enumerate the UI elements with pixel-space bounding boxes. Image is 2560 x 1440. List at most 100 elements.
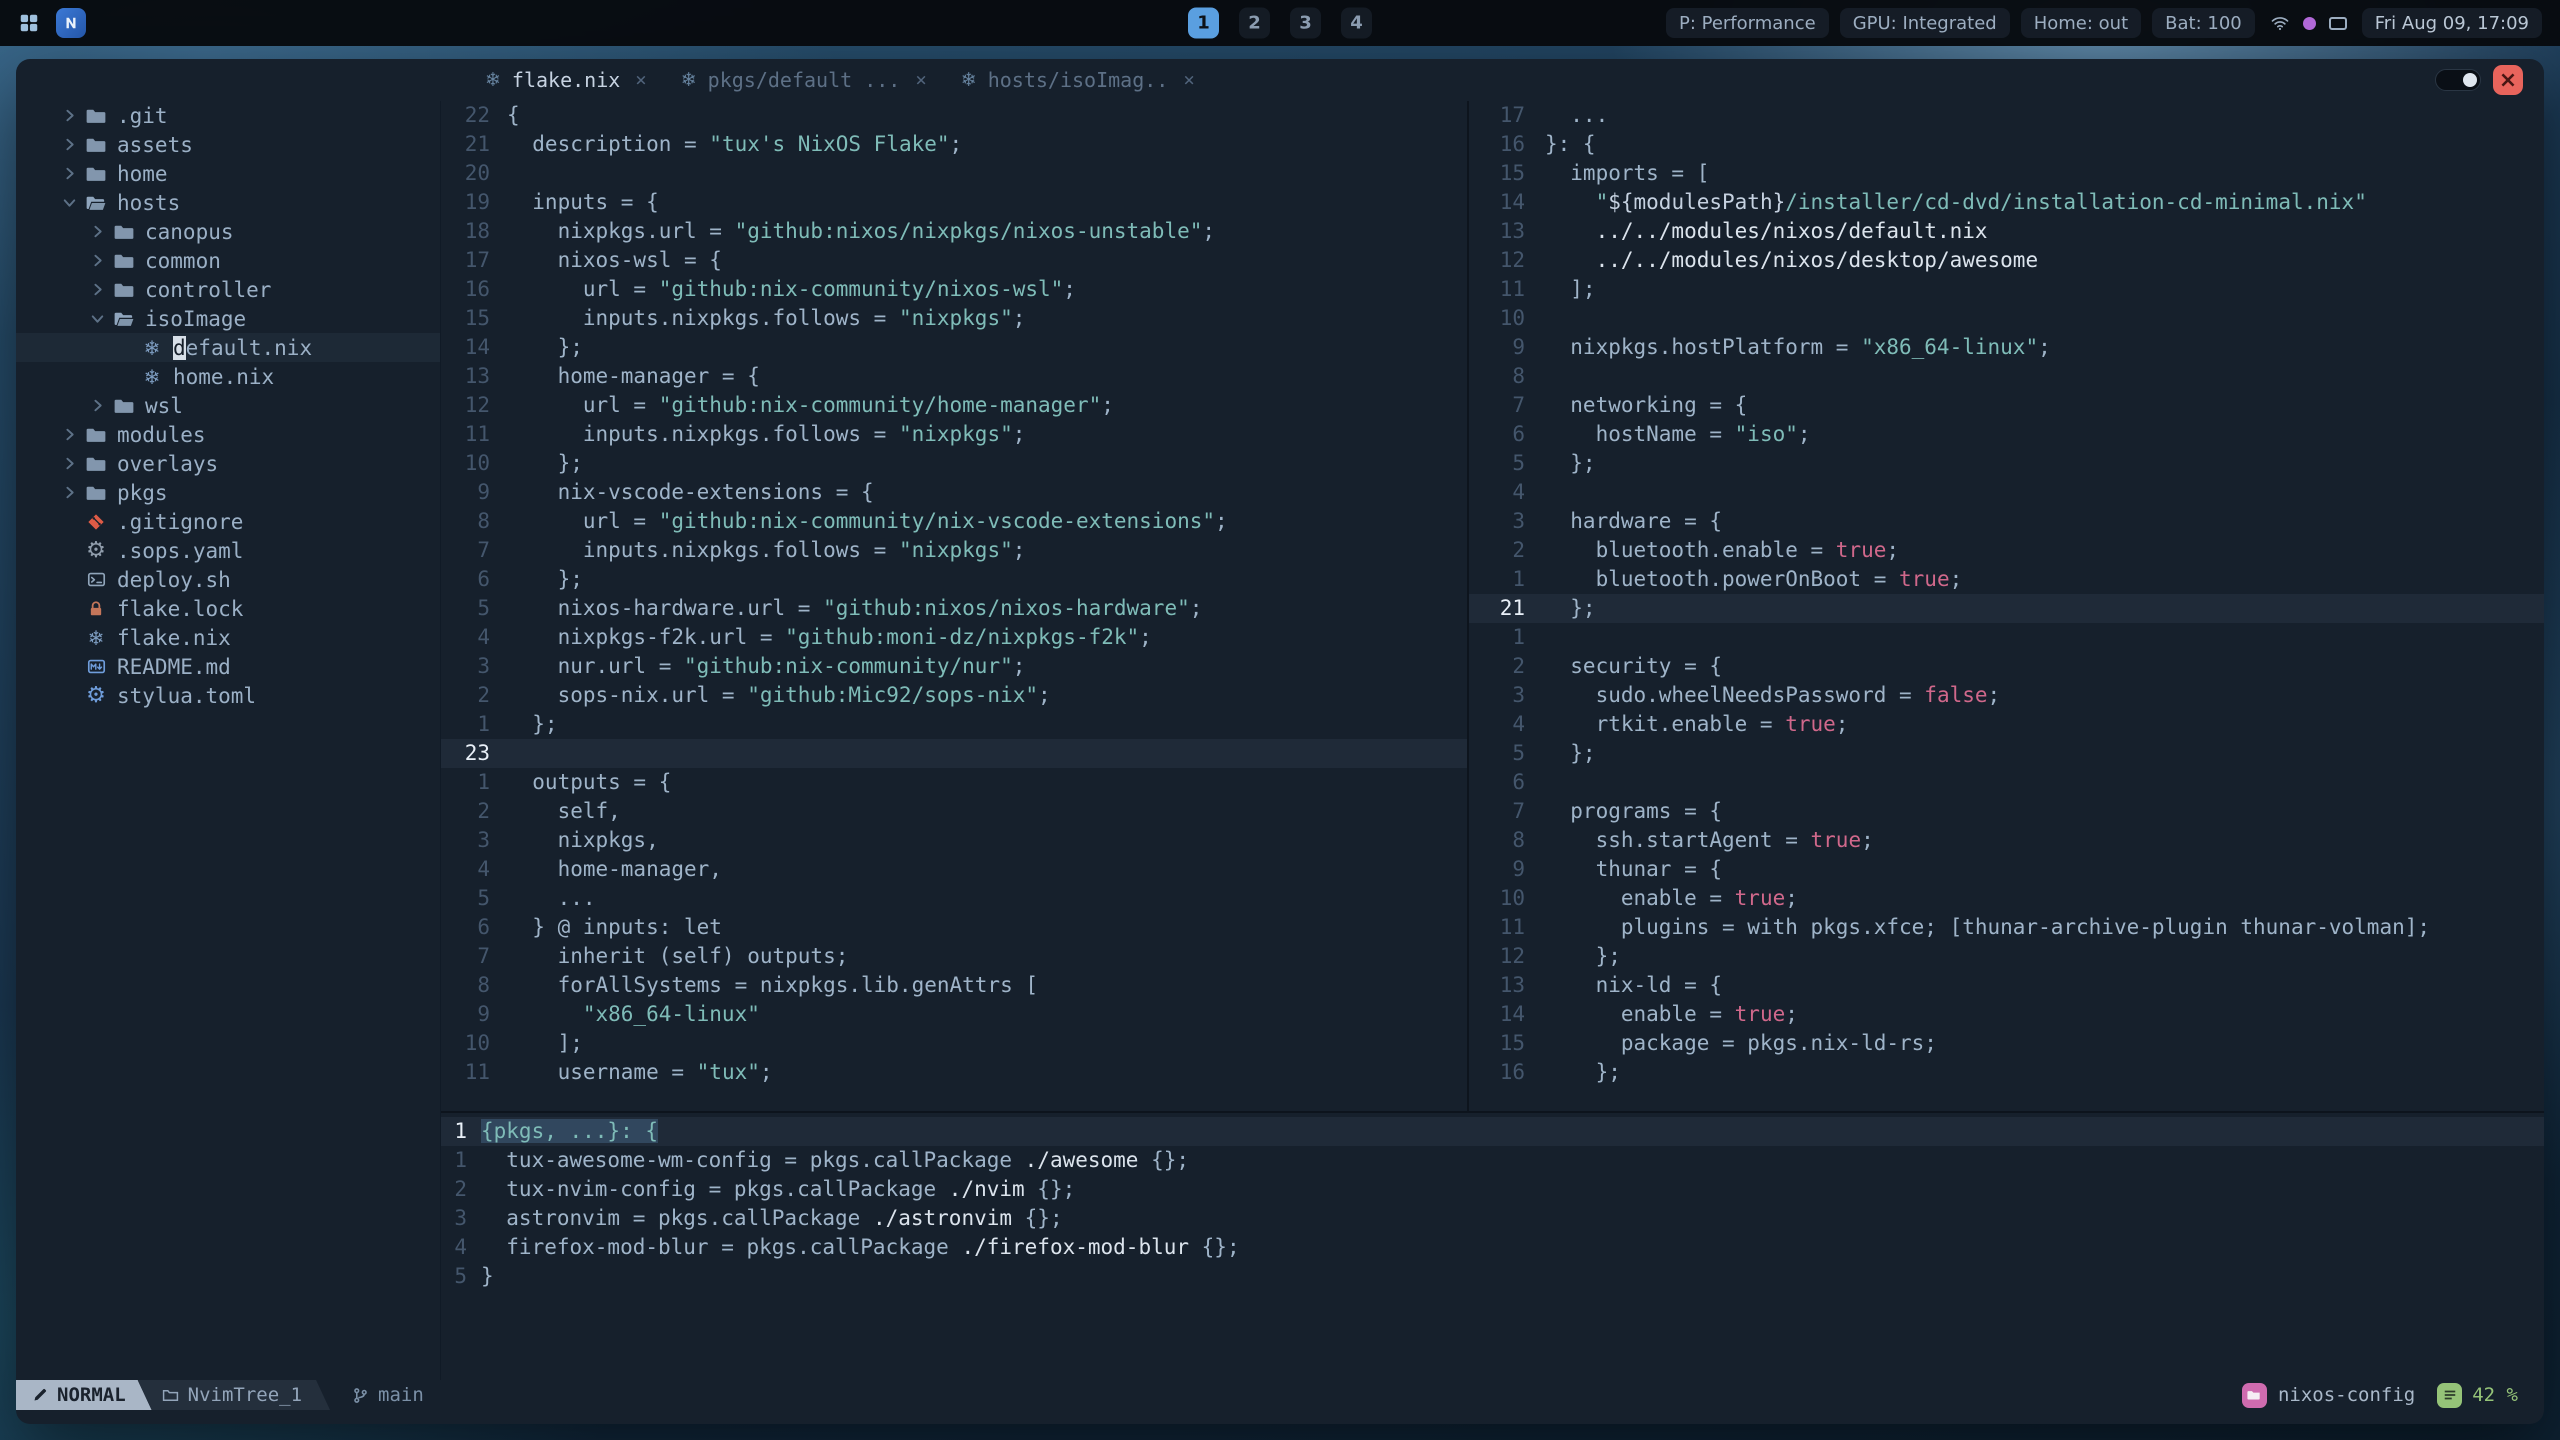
code-text: nixpkgs.hostPlatform = "x86_64-linux"; (1545, 335, 2051, 359)
editor-flake-nix[interactable]: 22{21 description = "tux's NixOS Flake";… (441, 101, 1467, 1111)
code-line: 2 self, (441, 797, 1467, 826)
tree-item-pkgs[interactable]: pkgs (16, 478, 441, 507)
window-toggle[interactable] (2435, 69, 2481, 91)
workspace-tag-2[interactable]: 2 (1239, 7, 1270, 39)
project-label: nixos-config (2277, 1384, 2416, 1406)
tree-item-home-nix[interactable]: ❄ home.nix (16, 362, 441, 391)
code-line: 8 forAllSystems = nixpkgs.lib.genAttrs [ (441, 971, 1467, 1000)
horizontal-split-separator[interactable] (441, 1111, 2544, 1113)
buffer-indicator: NvimTree_1 (138, 1380, 330, 1410)
tree-item-modules[interactable]: modules (16, 420, 441, 449)
status-pill: Home: out (2020, 8, 2142, 38)
code-text: nix-vscode-extensions = { (507, 480, 874, 504)
chevron-open-icon[interactable] (56, 194, 82, 211)
code-line: 8 ssh.startAgent = true; (1469, 826, 2544, 855)
chevron-closed-icon[interactable] (56, 484, 82, 501)
tree-item-wsl[interactable]: wsl (16, 391, 441, 420)
code-text: sops-nix.url = "github:Mic92/sops-nix"; (507, 683, 1051, 707)
tree-item--gitignore[interactable]: .gitignore (16, 507, 441, 536)
mode-label: NORMAL (57, 1384, 126, 1406)
code-line: 13 home-manager = { (441, 362, 1467, 391)
code-line: 1 outputs = { (441, 768, 1467, 797)
code-line: 5 ... (441, 884, 1467, 913)
tabline: ❄ flake.nix × ❄ pkgs/default ... × ❄ hosts/isoI… (16, 59, 2544, 101)
workspace-tag-1[interactable]: 1 (1188, 7, 1219, 39)
chevron-closed-icon[interactable] (84, 252, 110, 269)
code-text: rtkit.enable = true; (1545, 712, 1849, 736)
tab-pkgs-default-[interactable]: ❄ pkgs/default ... × (664, 59, 944, 101)
line-number: 1 (454, 1148, 467, 1172)
line-number: 12 (1499, 944, 1525, 968)
chevron-closed-icon[interactable] (56, 165, 82, 182)
line-number: 13 (1499, 219, 1525, 243)
workspace-tag-4[interactable]: 4 (1341, 7, 1372, 39)
window-close-button[interactable]: × (2493, 65, 2523, 95)
topbar-right: P: Performance GPU: Integrated Home: out Ba… (1665, 8, 2542, 38)
tree-item-home[interactable]: home (16, 159, 441, 188)
line-number: 14 (1499, 190, 1525, 214)
editor-hosts-isoimage-default-nix[interactable]: 17 ... 16}: {15 imports = [14 "${modulesP… (1469, 101, 2544, 1111)
app-launcher-icon[interactable] (18, 12, 40, 34)
tree-item-hosts[interactable]: hosts (16, 188, 441, 217)
chevron-closed-icon[interactable] (56, 107, 82, 124)
code-line: 8 url = "github:nix-community/nix-vscode… (441, 507, 1467, 536)
tree-item-stylua-toml[interactable]: ⚙ stylua.toml (16, 681, 441, 710)
branch-label: main (378, 1384, 424, 1406)
editor-pkgs-default-nix[interactable]: 1 {pkgs, ...}: {1 tux-awesome-wm-config =… (441, 1117, 2544, 1380)
folder-open-icon (110, 309, 138, 329)
tree-item-overlays[interactable]: overlays (16, 449, 441, 478)
code-text: inputs.nixpkgs.follows = "nixpkgs"; (507, 422, 1026, 446)
line-number: 1 (1512, 567, 1525, 591)
git-branch: main (352, 1384, 424, 1406)
code-line: 16 }; (1469, 1058, 2544, 1087)
tree-item-label: isoImage (145, 306, 247, 331)
tab-close-icon[interactable]: × (1183, 69, 1194, 91)
chevron-closed-icon[interactable] (56, 136, 82, 153)
file-explorer[interactable]: .git assets home hosts canopus common controll… (16, 101, 441, 1380)
tree-item--sops-yaml[interactable]: ⚙ .sops.yaml (16, 536, 441, 565)
code-line: 14 }; (441, 333, 1467, 362)
code-text: }; (1545, 596, 1596, 620)
tree-item-flake-lock[interactable]: flake.lock (16, 594, 441, 623)
code-text: imports = [ (1545, 161, 1710, 185)
tree-item-assets[interactable]: assets (16, 130, 441, 159)
tab-close-icon[interactable]: × (635, 69, 646, 91)
tree-item-controller[interactable]: controller (16, 275, 441, 304)
chevron-closed-icon[interactable] (56, 455, 82, 472)
code-text: }; (1545, 944, 1621, 968)
code-line: 7 inherit (self) outputs; (441, 942, 1467, 971)
line-number: 17 (464, 248, 490, 272)
topbar-left (18, 8, 86, 38)
tree-item-common[interactable]: common (16, 246, 441, 275)
tree-item-deploy-sh[interactable]: deploy.sh (16, 565, 441, 594)
tree-item-isoImage[interactable]: isoImage (16, 304, 441, 333)
folder-icon (82, 164, 110, 184)
tree-item-canopus[interactable]: canopus (16, 217, 441, 246)
tree-item-default-nix[interactable]: ❄ default.nix (16, 333, 441, 362)
tree-item-label: overlays (117, 451, 219, 476)
tree-item-README-md[interactable]: README.md (16, 652, 441, 681)
tab-flake-nix[interactable]: ❄ flake.nix × (468, 59, 664, 101)
code-line: 5 nixos-hardware.url = "github:nixos/nix… (441, 594, 1467, 623)
line-number: 5 (454, 1264, 467, 1288)
logo-icon[interactable] (56, 8, 86, 38)
tree-item-flake-nix[interactable]: ❄ flake.nix (16, 623, 441, 652)
code-line: 1 tux-awesome-wm-config = pkgs.callPacka… (441, 1146, 2544, 1175)
code-line: 6 (1469, 768, 2544, 797)
code-line: 3 nixpkgs, (441, 826, 1467, 855)
chevron-closed-icon[interactable] (84, 223, 110, 240)
tab-close-icon[interactable]: × (915, 69, 926, 91)
chevron-closed-icon[interactable] (84, 397, 110, 414)
code-text: astronvim = pkgs.callPackage ./astronvim… (481, 1206, 1063, 1230)
tree-item--git[interactable]: .git (16, 101, 441, 130)
code-text: security = { (1545, 654, 1723, 678)
tab-hosts-isoImag-[interactable]: ❄ hosts/isoImag.. × (944, 59, 1212, 101)
code-line: 6 }; (441, 565, 1467, 594)
chevron-closed-icon[interactable] (84, 281, 110, 298)
code-text: } (481, 1264, 494, 1288)
code-text: nixpkgs, (507, 828, 659, 852)
workspace-tag-3[interactable]: 3 (1290, 7, 1321, 39)
chevron-closed-icon[interactable] (56, 426, 82, 443)
line-number: 2 (1512, 538, 1525, 562)
chevron-open-icon[interactable] (84, 310, 110, 327)
